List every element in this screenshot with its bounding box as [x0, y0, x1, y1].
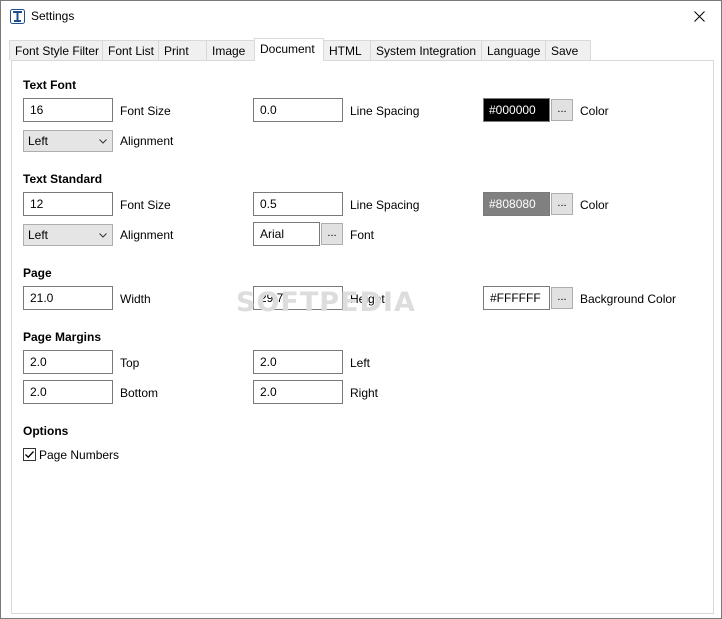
page-width-label: Width: [120, 292, 151, 306]
page-numbers-checkbox[interactable]: [23, 448, 36, 461]
tab-language[interactable]: Language: [481, 40, 546, 60]
tab-font-style-filter[interactable]: Font Style Filter: [9, 40, 103, 60]
text-alignment-value: Left: [28, 134, 49, 148]
standard-alignment-select[interactable]: Left: [23, 224, 113, 246]
watermark: SOFTPEDIA: [236, 287, 416, 318]
text-font-heading: Text Font: [23, 78, 77, 92]
text-alignment-select[interactable]: Left: [23, 130, 113, 152]
text-font-size-label: Font Size: [120, 104, 171, 118]
standard-font-size-input[interactable]: [23, 192, 113, 216]
tab-print[interactable]: Print: [158, 40, 207, 60]
text-color-input[interactable]: [483, 98, 550, 122]
tab-system-integration[interactable]: System Integration: [370, 40, 482, 60]
tab-html[interactable]: HTML: [323, 40, 371, 60]
standard-font-input[interactable]: [253, 222, 320, 246]
standard-line-spacing-input[interactable]: [253, 192, 343, 216]
text-color-picker-button[interactable]: ...: [551, 99, 573, 121]
document-tab-panel: [11, 60, 714, 614]
standard-color-label: Color: [580, 198, 609, 212]
options-heading: Options: [23, 424, 69, 438]
margin-top-input[interactable]: [23, 350, 113, 374]
margin-right-label: Right: [350, 386, 379, 400]
window-title: Settings: [31, 9, 75, 23]
text-line-spacing-input[interactable]: [253, 98, 343, 122]
text-alignment-label: Alignment: [120, 134, 174, 148]
close-button[interactable]: [677, 1, 721, 31]
tab-strip: Font Style Filter Font List Print Image …: [1, 38, 721, 61]
background-color-picker-button[interactable]: ...: [551, 287, 573, 309]
settings-window: Settings Font Style Filter Font List Pri…: [0, 0, 722, 619]
tab-document[interactable]: Document: [254, 38, 324, 61]
text-color-label: Color: [580, 104, 609, 118]
page-width-input[interactable]: [23, 286, 113, 310]
margin-left-label: Left: [350, 356, 371, 370]
margin-bottom-label: Bottom: [120, 386, 159, 400]
margin-right-input[interactable]: [253, 380, 343, 404]
margin-top-label: Top: [120, 356, 140, 370]
margin-left-input[interactable]: [253, 350, 343, 374]
tab-image[interactable]: Image: [206, 40, 255, 60]
tab-font-list[interactable]: Font List: [102, 40, 159, 60]
text-line-spacing-label: Line Spacing: [350, 104, 420, 118]
app-icon: [10, 9, 25, 24]
standard-alignment-value: Left: [28, 228, 49, 242]
background-color-input[interactable]: [483, 286, 550, 310]
text-font-size-input[interactable]: [23, 98, 113, 122]
chevron-down-icon: [99, 139, 107, 144]
page-numbers-label: Page Numbers: [39, 448, 120, 462]
chevron-down-icon: [99, 233, 107, 238]
checkmark-icon: [25, 451, 34, 459]
standard-font-label: Font: [350, 228, 375, 242]
standard-color-input[interactable]: [483, 192, 550, 216]
standard-font-size-label: Font Size: [120, 198, 171, 212]
close-icon: [693, 10, 705, 22]
standard-color-picker-button[interactable]: ...: [551, 193, 573, 215]
text-standard-heading: Text Standard: [23, 172, 103, 186]
page-heading: Page: [23, 266, 52, 280]
standard-line-spacing-label: Line Spacing: [350, 198, 420, 212]
standard-alignment-label: Alignment: [120, 228, 174, 242]
title-bar: Settings: [1, 1, 721, 32]
background-color-label: Background Color: [580, 292, 677, 306]
page-margins-heading: Page Margins: [23, 330, 102, 344]
margin-bottom-input[interactable]: [23, 380, 113, 404]
standard-font-picker-button[interactable]: ...: [321, 223, 343, 245]
tab-save[interactable]: Save: [545, 40, 591, 60]
